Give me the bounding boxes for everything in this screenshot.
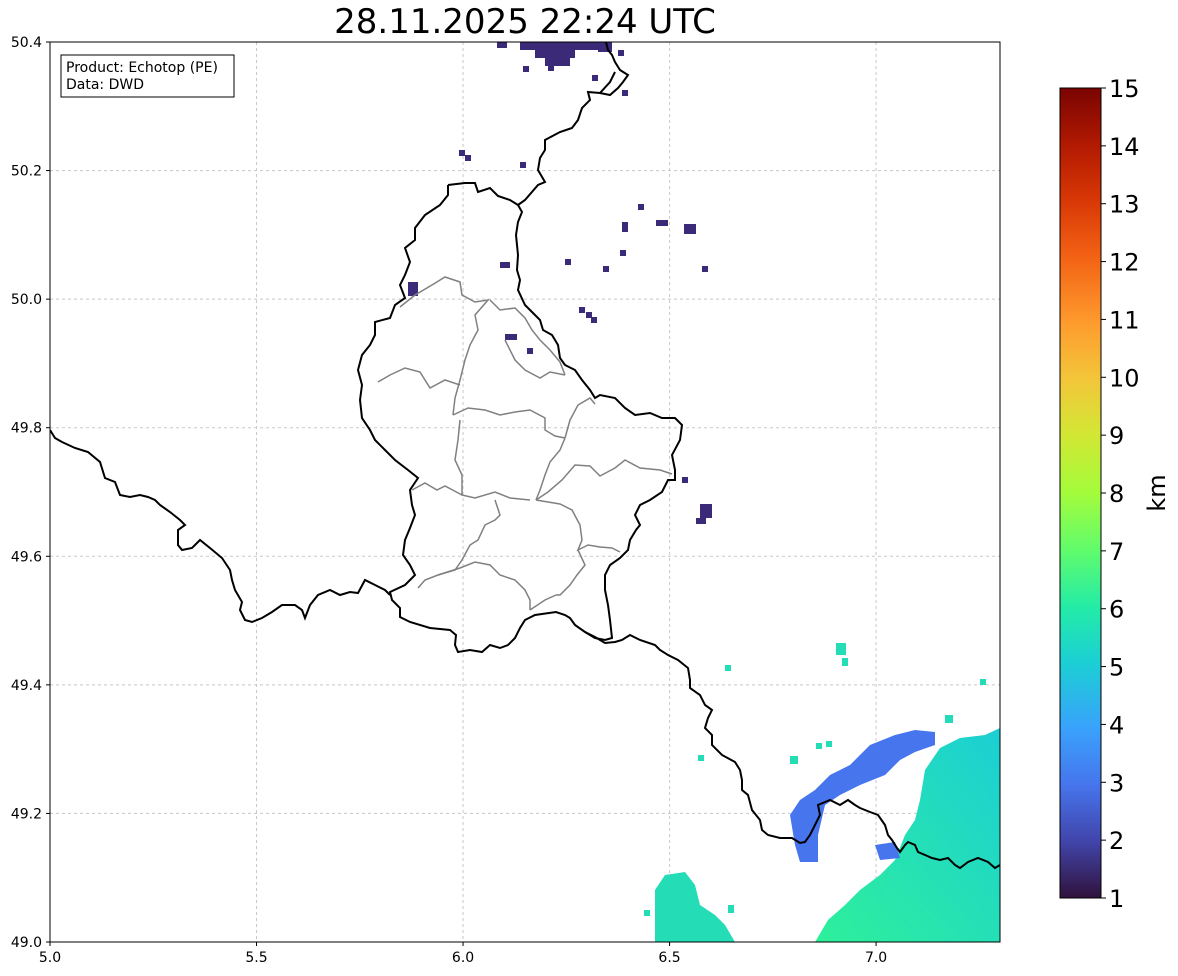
x-tick-label: 7.0	[865, 950, 887, 966]
colorbar-tick-label: 14	[1109, 133, 1140, 161]
y-tick-label: 50.2	[11, 164, 42, 180]
y-tick-label: 50.4	[11, 35, 42, 51]
echo-dark-cells	[408, 42, 712, 524]
colorbar-tick-label: 5	[1109, 654, 1124, 682]
colorbar-tick-label: 6	[1109, 596, 1124, 624]
border-lux-de-north	[599, 71, 616, 94]
x-tick-label: 6.5	[658, 950, 680, 966]
border-luxembourg-be	[356, 182, 684, 654]
colorbar-tick-label: 15	[1109, 75, 1140, 103]
x-tick-label: 5.0	[39, 950, 61, 966]
y-tick-label: 49.8	[11, 421, 42, 437]
colorbar-tick-label: 3	[1109, 769, 1124, 797]
echo-field-southeast	[815, 728, 1000, 942]
y-tick-label: 49.0	[11, 935, 42, 951]
y-tick-label: 50.0	[11, 292, 42, 308]
colorbar-tick-label: 11	[1109, 306, 1140, 334]
info-product: Product: Echotop (PE)	[66, 60, 218, 76]
border-fr-be	[50, 429, 391, 624]
info-box: Product: Echotop (PE) Data: DWD	[60, 54, 235, 98]
echo-field-south	[655, 872, 735, 942]
colorbar-tick-label: 9	[1109, 422, 1124, 450]
colorbar-ticks: 123456789101112131415	[1101, 75, 1140, 913]
y-tick-label: 49.2	[11, 806, 42, 822]
colorbar-tick-label: 8	[1109, 480, 1124, 508]
info-data-source: Data: DWD	[66, 77, 144, 93]
y-tick-label: 49.4	[11, 678, 42, 694]
colorbar: 123456789101112131415 km	[1059, 75, 1171, 913]
canton-borders	[377, 276, 673, 611]
y-tick-label: 49.6	[11, 549, 42, 565]
colorbar-unit-label: km	[1143, 474, 1171, 511]
x-axis: 5.0 5.5 6.0 6.5 7.0	[39, 942, 887, 966]
colorbar-tick-label: 2	[1109, 827, 1124, 855]
border-germany-be	[517, 42, 630, 206]
map-panel: 5.0 5.5 6.0 6.5 7.0 49.0 49.2 49.4 49.6 49.8 50.0…	[11, 35, 1171, 966]
colorbar-gradient	[1059, 87, 1102, 899]
colorbar-tick-label: 10	[1109, 364, 1140, 392]
x-tick-label: 5.5	[245, 950, 267, 966]
colorbar-tick-label: 12	[1109, 249, 1140, 277]
colorbar-tick-label: 4	[1109, 711, 1124, 739]
x-tick-label: 6.0	[452, 950, 474, 966]
colorbar-tick-label: 13	[1109, 191, 1140, 219]
echo-band-saar-tail	[875, 842, 900, 860]
y-axis: 49.0 49.2 49.4 49.6 49.8 50.0 50.2 50.4	[11, 35, 50, 951]
colorbar-tick-label: 7	[1109, 538, 1124, 566]
colorbar-tick-label: 1	[1109, 885, 1124, 913]
